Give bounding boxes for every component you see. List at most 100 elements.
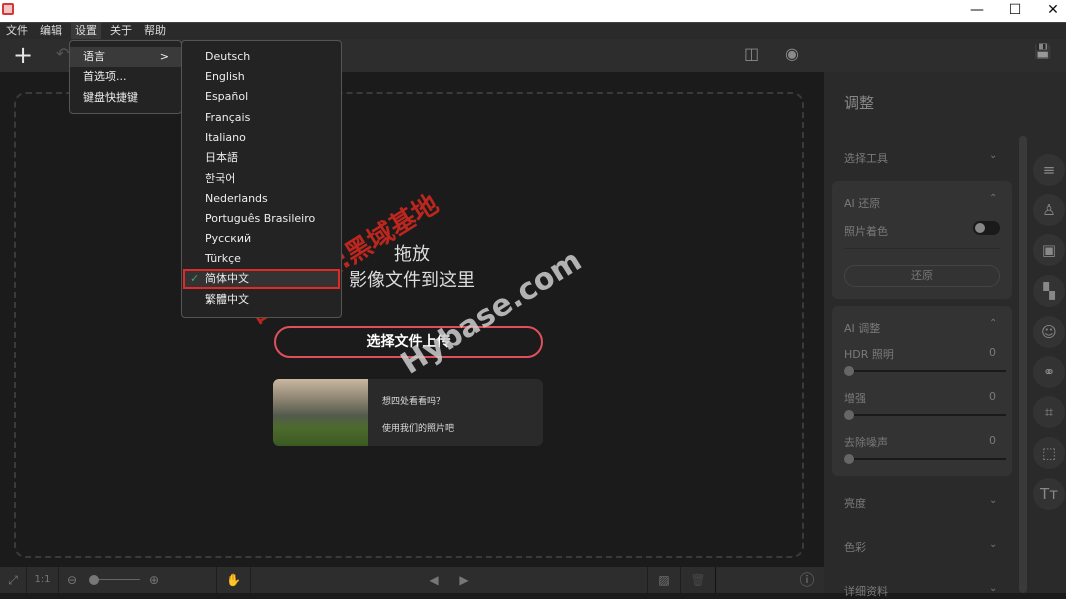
select-tool-section[interactable]: 选择工具 [844,150,888,166]
selection-icon[interactable]: ⬚ [1033,437,1065,469]
previous-icon[interactable]: ◀ [424,567,444,593]
chevron-down-icon[interactable]: ⌄ [989,539,997,550]
close-button[interactable]: ✕ [1036,0,1066,22]
menu-settings[interactable]: 设置 [71,23,101,40]
face-icon[interactable]: ☺ [1033,316,1065,348]
mosaic-icon[interactable]: ▚ [1033,275,1065,307]
preview-eye-icon[interactable]: ◉ [785,44,799,63]
zoom-out-icon[interactable]: ⊖ [67,567,77,593]
menu-bar: 文件 编辑 设置 关于 帮助 [0,22,1066,40]
stamp-icon[interactable]: ♙ [1033,194,1065,226]
chevron-down-icon[interactable]: ⌄ [989,150,997,161]
text-icon[interactable]: Tт [1033,478,1065,510]
language-option[interactable]: Português Brasileiro [183,209,340,229]
save-icon[interactable]: 💾 [1034,44,1051,60]
denoise-slider[interactable] [844,458,1006,460]
upload-file-button[interactable]: 选择文件上传 [274,326,543,358]
divider [844,248,1000,249]
colorize-label: 照片着色 [844,225,888,238]
language-option[interactable]: Türkçe [183,249,340,269]
chevron-right-icon: > [159,50,169,63]
gallery-icon[interactable]: ▨ [647,567,681,593]
denoise-slider-handle[interactable] [844,454,854,464]
hdr-value: 0 [989,346,996,359]
enhance-slider[interactable] [844,414,1006,416]
info-icon[interactable]: ⓘ [794,567,820,593]
minimize-button[interactable]: — [960,0,994,22]
menu-help[interactable]: 帮助 [140,23,170,40]
panel-scrollbar[interactable] [1019,136,1027,593]
image-icon[interactable]: ▣ [1033,234,1065,266]
panel-title: 调整 [844,94,875,112]
chevron-down-icon[interactable]: ⌄ [989,583,997,594]
sample-photo-thumbnail[interactable] [273,379,368,446]
undo-icon[interactable]: ↶ [56,44,69,63]
maximize-button[interactable]: ☐ [998,0,1032,22]
denoise-value: 0 [989,434,996,447]
menu-keyboard-shortcuts[interactable]: 键盘快捷键 [70,88,181,108]
adjust-icon[interactable]: ≡ [1033,154,1065,186]
title-bar: — ☐ ✕ [0,0,1066,22]
ai-adjust-title[interactable]: AI 调整 [844,320,880,336]
add-icon[interactable]: + [13,41,33,69]
status-bar: ⤢ 1:1 ⊖ ⊕ ✋ ◀ ▶ ▨ 🗑 ⓘ [0,567,824,593]
ai-restore-title[interactable]: AI 还原 [844,195,880,211]
drop-title-line1: 拖放 [394,244,430,265]
drop-zone[interactable] [14,92,804,558]
zoom-slider-handle[interactable] [89,575,99,585]
language-option[interactable]: English [183,67,340,87]
menu-about[interactable]: 关于 [106,23,136,40]
language-option[interactable]: Nederlands [183,189,340,209]
colorize-toggle[interactable] [973,221,1000,235]
language-option[interactable]: 繁體中文 [183,290,340,310]
chevron-down-icon[interactable]: ⌄ [989,495,997,506]
language-option-label: 简体中文 [205,272,249,285]
chevron-up-icon[interactable]: ⌃ [989,318,997,329]
compare-icon[interactable]: ◫ [744,44,759,63]
details-section[interactable]: 详细资料 [844,583,888,599]
ai-restore-card: AI 还原 ⌃ 照片着色 还原 [832,181,1012,299]
crop-icon[interactable]: ⌗ [1033,396,1065,428]
sample-prompt: 想四处看看吗？ [382,397,446,407]
language-option-selected[interactable]: ✓ 简体中文 [183,269,340,289]
drop-title-line2: 影像文件到这里 [349,270,475,291]
color-circles-icon[interactable]: ⚭ [1033,356,1065,388]
language-option[interactable]: 한국어 [183,169,340,189]
hand-tool-icon[interactable]: ✋ [217,567,251,593]
hdr-slider[interactable] [844,370,1006,372]
fit-screen-icon[interactable]: ⤢ [0,567,27,593]
denoise-label: 去除噪声 [844,436,888,449]
hdr-label: HDR 照明 [844,348,894,361]
sample-link[interactable]: 使用我们的照片吧 [382,421,454,434]
zoom-control: ⊖ ⊕ [59,567,217,593]
hdr-slider-handle[interactable] [844,366,854,376]
color-section[interactable]: 色彩 [844,539,866,555]
actual-size-button[interactable]: 1:1 [27,567,59,593]
sample-photos-card[interactable]: 想四处看看吗？ 使用我们的照片吧 [273,379,543,446]
language-option[interactable]: Français [183,108,340,128]
menu-preferences[interactable]: 首选项... [70,67,181,87]
checkmark-icon: ✓ [190,272,200,285]
ai-adjust-card: AI 调整 ⌃ HDR 照明 0 增强 0 去除噪声 0 [832,306,1012,476]
enhance-slider-handle[interactable] [844,410,854,420]
next-icon[interactable]: ▶ [454,567,474,593]
language-option[interactable]: Русский [183,229,340,249]
language-option[interactable]: Deutsch [183,47,340,67]
chevron-up-icon[interactable]: ⌃ [989,193,997,204]
zoom-in-icon[interactable]: ⊕ [149,567,159,593]
language-option[interactable]: Español [183,87,340,107]
canvas-area: 拖放 影像文件到这里 选择文件上传 想四处看看吗？ 使用我们的照片吧 [0,72,824,567]
menu-language[interactable]: 语言 > [70,47,181,67]
menu-edit[interactable]: 编辑 [36,23,66,40]
language-menu: Deutsch English Español Français Italian… [181,40,342,318]
menu-language-label: 语言 [83,50,105,63]
language-option[interactable]: Italiano [183,128,340,148]
settings-menu: 语言 > 首选项... 键盘快捷键 [69,40,182,114]
enhance-label: 增强 [844,392,866,405]
adjust-panel: 调整 选择工具 ⌄ AI 还原 ⌃ 照片着色 还原 AI 调整 ⌃ HDR 照明… [824,72,1066,598]
menu-file[interactable]: 文件 [2,23,32,40]
restore-button[interactable]: 还原 [844,265,1000,287]
language-option[interactable]: 日本語 [183,148,340,168]
brightness-section[interactable]: 亮度 [844,495,866,511]
delete-icon[interactable]: 🗑 [681,567,716,593]
